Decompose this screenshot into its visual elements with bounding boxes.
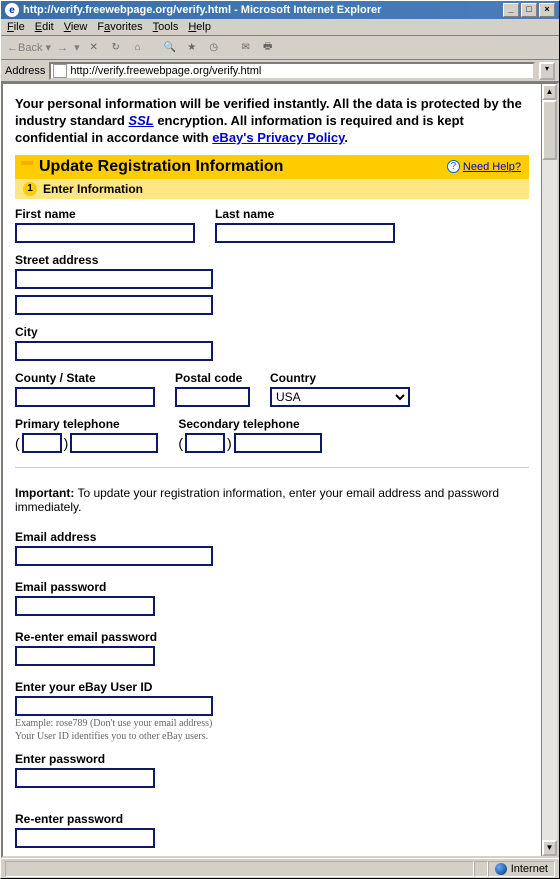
url-input[interactable]: http://verify.freewebpage.org/verify.htm… [49, 62, 535, 80]
last-name-label: Last name [215, 207, 395, 221]
step-number: 1 [23, 182, 37, 196]
forward-button[interactable]: → ▾ [57, 41, 80, 54]
url-dropdown[interactable]: ▾ [539, 62, 555, 80]
country-select[interactable]: USA [270, 387, 410, 407]
county-label: County / State [15, 371, 155, 385]
street-label: Street address [15, 253, 529, 267]
home-icon[interactable]: ⌂ [130, 40, 146, 56]
userid-label: Enter your eBay User ID [15, 680, 529, 694]
globe-icon [495, 863, 507, 875]
minimize-button[interactable]: _ [503, 3, 519, 17]
section-title: Update Registration Information [39, 158, 283, 176]
password-label: Enter password [15, 752, 529, 766]
statusbar: Internet [1, 858, 559, 878]
menu-tools[interactable]: Tools [153, 21, 179, 33]
city-label: City [15, 325, 529, 339]
addressbar: Address http://verify.freewebpage.org/ve… [1, 60, 559, 82]
titlebar: e http://verify.freewebpage.org/verify.h… [1, 1, 559, 19]
menu-edit[interactable]: Edit [35, 21, 54, 33]
email-label: Email address [15, 530, 529, 544]
email-pw-label: Email password [15, 580, 529, 594]
scroll-track[interactable] [542, 160, 557, 840]
scroll-up-arrow[interactable]: ▲ [542, 84, 557, 100]
stop-icon[interactable]: ✕ [86, 40, 102, 56]
email-password-input[interactable] [15, 596, 155, 616]
userid-hint-2: Your User ID identifies you to other eBa… [15, 731, 529, 742]
toolbar: ← Back ▾ → ▾ ✕ ↻ ⌂ 🔍 ★ ◷ ✉ 🖶 [1, 36, 559, 60]
back-button[interactable]: ← Back ▾ [7, 41, 51, 54]
restore-button[interactable]: □ [521, 3, 537, 17]
secondary-phone-number[interactable] [234, 433, 322, 453]
first-name-label: First name [15, 207, 195, 221]
page-icon [53, 64, 67, 78]
street-input-2[interactable] [15, 295, 213, 315]
help-icon: ? [447, 160, 460, 173]
vertical-scrollbar[interactable]: ▲ ▼ [541, 84, 557, 856]
menu-help[interactable]: Help [188, 21, 211, 33]
password-input[interactable] [15, 768, 155, 788]
userid-input[interactable] [15, 696, 213, 716]
email-input[interactable] [15, 546, 213, 566]
menu-view[interactable]: View [64, 21, 88, 33]
primary-phone-area[interactable] [22, 433, 62, 453]
important-note: Important: To update your registration i… [15, 486, 529, 514]
postal-input[interactable] [175, 387, 250, 407]
step-label: Enter Information [43, 182, 143, 196]
scroll-thumb[interactable] [542, 100, 557, 160]
menu-file[interactable]: File [7, 21, 25, 33]
county-input[interactable] [15, 387, 155, 407]
secondary-phone-area[interactable] [185, 433, 225, 453]
street-input-1[interactable] [15, 269, 213, 289]
menu-favorites[interactable]: Favorites [97, 21, 142, 33]
email-pw2-label: Re-enter email password [15, 630, 529, 644]
search-icon[interactable]: 🔍 [162, 40, 178, 56]
browser-window: e http://verify.freewebpage.org/verify.h… [0, 0, 560, 879]
separator [15, 467, 529, 468]
primary-phone-label: Primary telephone [15, 417, 158, 431]
mail-icon[interactable]: ✉ [238, 40, 254, 56]
url-text: http://verify.freewebpage.org/verify.htm… [70, 65, 261, 77]
ie-icon: e [5, 3, 19, 17]
print-icon[interactable]: 🖶 [260, 40, 276, 56]
zone-label: Internet [511, 863, 548, 875]
address-label: Address [5, 65, 45, 77]
first-name-input[interactable] [15, 223, 195, 243]
password2-label: Re-enter password [15, 812, 529, 826]
intro-text: Your personal information will be verifi… [15, 96, 529, 147]
userid-hint-1: Example: rose789 (Don't use your email a… [15, 718, 529, 729]
step-header: 1 Enter Information [15, 179, 529, 199]
country-label: Country [270, 371, 410, 385]
menubar: File Edit View Favorites Tools Help [1, 19, 559, 36]
password2-input[interactable] [15, 828, 155, 848]
primary-phone-number[interactable] [70, 433, 158, 453]
postal-label: Postal code [175, 371, 250, 385]
window-title: http://verify.freewebpage.org/verify.htm… [23, 4, 381, 16]
city-input[interactable] [15, 341, 213, 361]
refresh-icon[interactable]: ↻ [108, 40, 124, 56]
scroll-down-arrow[interactable]: ▼ [542, 840, 557, 856]
need-help-link[interactable]: Need Help? [463, 161, 521, 173]
section-header: Update Registration Information ? Need H… [15, 155, 529, 179]
content-area: Your personal information will be verifi… [1, 82, 559, 858]
history-icon[interactable]: ◷ [206, 40, 222, 56]
secondary-phone-label: Secondary telephone [178, 417, 321, 431]
last-name-input[interactable] [215, 223, 395, 243]
privacy-policy-link[interactable]: eBay's Privacy Policy [212, 130, 344, 145]
close-button[interactable]: × [539, 3, 555, 17]
email-password2-input[interactable] [15, 646, 155, 666]
ssl-link[interactable]: SSL [128, 113, 153, 128]
favorites-icon[interactable]: ★ [184, 40, 200, 56]
